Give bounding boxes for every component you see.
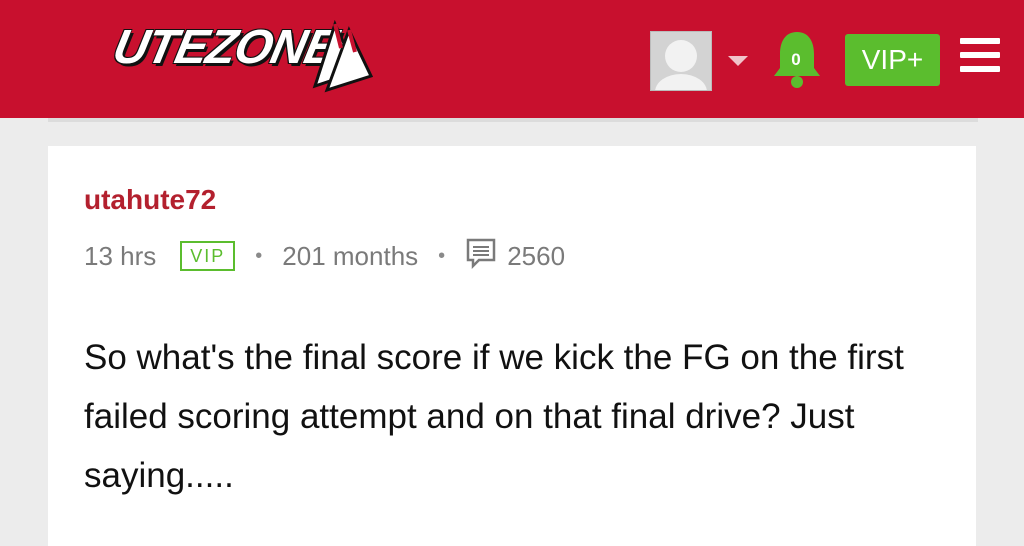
member-duration: 201 months [282, 240, 419, 271]
post-card: utahute72 13 hrs VIP • 201 months • 2560… [48, 146, 976, 546]
divider [48, 118, 978, 122]
vip-badge: VIP [180, 241, 236, 271]
top-navigation-bar: UTEZONE 0 VIP+ [0, 0, 1024, 118]
feather-logo-icon [312, 19, 374, 93]
hamburger-menu-icon[interactable] [960, 38, 1000, 74]
post-meta: 13 hrs VIP • 201 months • 2560 [84, 238, 565, 274]
separator-dot: • [438, 244, 446, 267]
post-body: So what's the final score if we kick the… [84, 338, 904, 495]
post-time: 13 hrs [84, 240, 157, 271]
notification-count: 0 [791, 50, 801, 69]
post-author[interactable]: utahute72 [84, 184, 216, 216]
post-count: 2560 [507, 240, 566, 271]
separator-dot: • [255, 244, 263, 267]
avatar-placeholder-icon [651, 32, 711, 90]
post-count-icon [465, 237, 497, 276]
vip-plus-button[interactable]: VIP+ [845, 34, 940, 86]
site-logo[interactable]: UTEZONE [108, 14, 380, 94]
chevron-down-icon[interactable] [728, 56, 748, 66]
user-avatar[interactable] [650, 31, 712, 91]
